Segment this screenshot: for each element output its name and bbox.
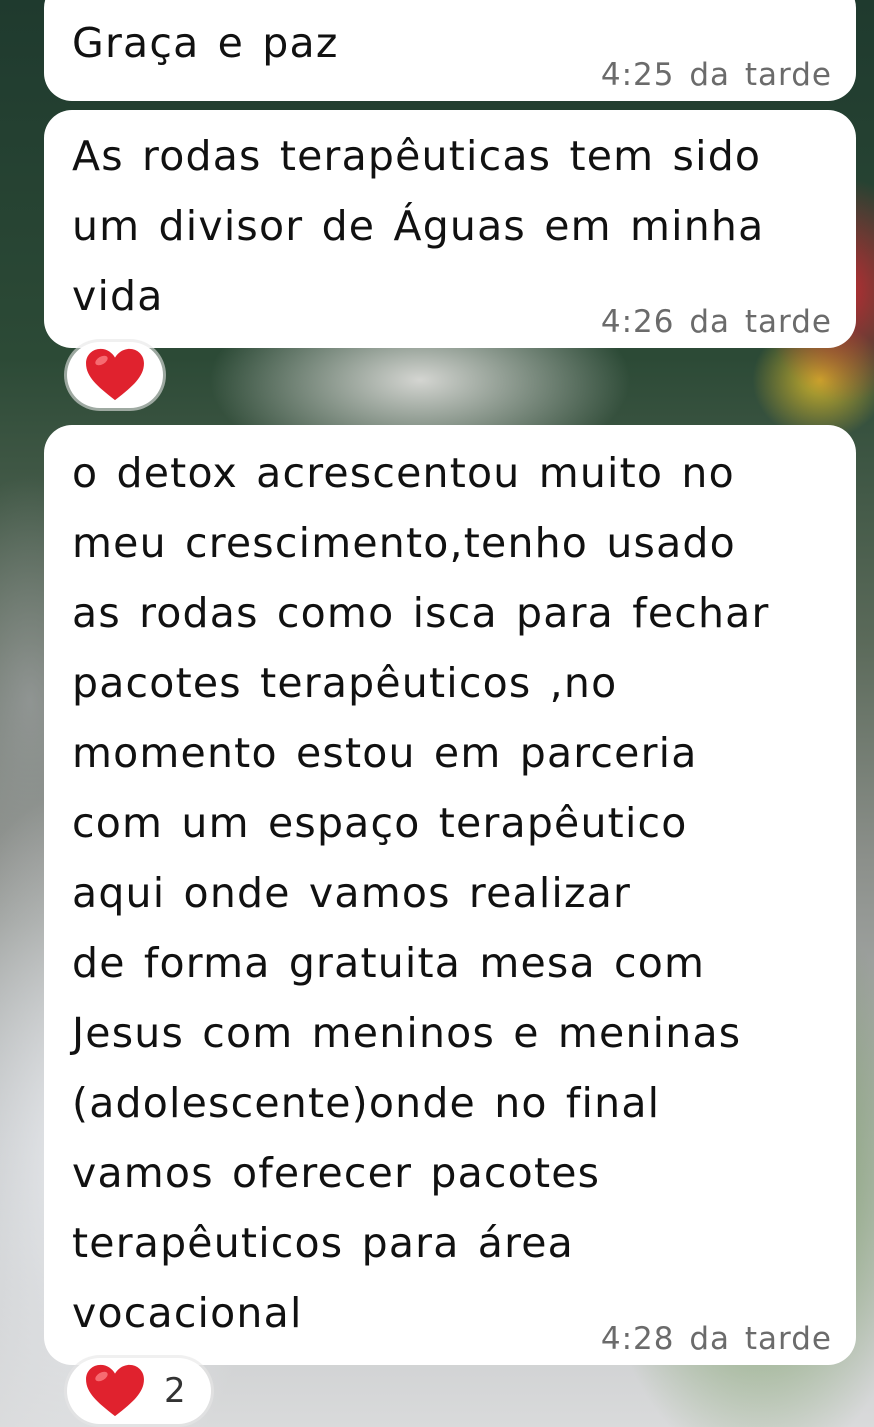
message-timestamp: 4:25 da tarde [600, 57, 832, 93]
message-text: o detox acrescentou muito no meu crescim… [72, 449, 770, 1337]
message-text: As rodas terapêuticas tem sido um diviso… [72, 132, 765, 320]
reaction-badge[interactable]: 2 [67, 1358, 211, 1424]
message-bubble[interactable]: Graça e paz 4:25 da tarde [44, 0, 856, 101]
message-timestamp: 4:26 da tarde [600, 304, 832, 340]
reaction-count: 2 [164, 1371, 186, 1411]
reaction-badge[interactable] [67, 342, 163, 408]
heart-icon [86, 1364, 144, 1417]
heart-icon [86, 348, 144, 401]
message-bubble[interactable]: As rodas terapêuticas tem sido um diviso… [44, 110, 856, 348]
message-bubble[interactable]: o detox acrescentou muito no meu crescim… [44, 425, 856, 1365]
message-timestamp: 4:28 da tarde [600, 1321, 832, 1357]
